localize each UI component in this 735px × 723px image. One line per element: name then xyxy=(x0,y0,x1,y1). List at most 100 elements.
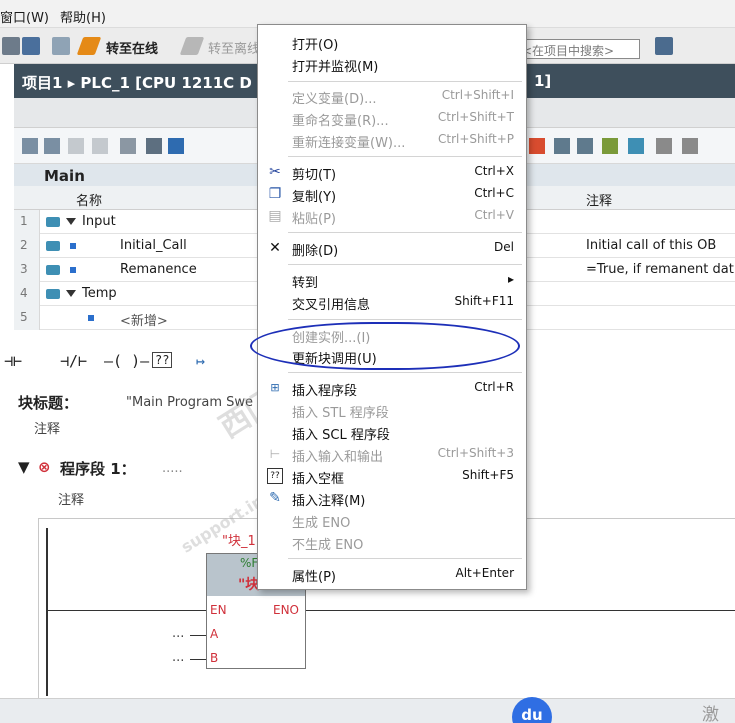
menu-window[interactable]: 窗口(W) xyxy=(0,7,49,26)
coil-icon[interactable]: –( )– xyxy=(104,352,149,370)
zoom-icon[interactable] xyxy=(656,138,672,154)
row-number: 3 xyxy=(14,258,40,282)
variable-name[interactable]: Remanence xyxy=(120,262,197,277)
menu-item-rewire-tag[interactable]: 重新连接变量(W)... Ctrl+Shift+P xyxy=(258,129,526,151)
menu-item-copy[interactable]: ❐ 复制(Y) Ctrl+C xyxy=(258,183,526,205)
collapse-arrow-icon[interactable] xyxy=(66,290,76,297)
menu-item-cross-reference[interactable]: 交叉引用信息 Shift+F11 xyxy=(258,291,526,313)
open-all-icon[interactable] xyxy=(168,138,184,154)
menu-separator xyxy=(288,319,522,320)
more-tools-icon[interactable] xyxy=(682,138,698,154)
go-online-icon[interactable] xyxy=(76,37,102,55)
menu-help[interactable]: 帮助(H) xyxy=(60,7,106,26)
menu-item-label: 插入空框 xyxy=(292,472,345,487)
menu-item-insert-io[interactable]: ⊢ 插入输入和输出 Ctrl+Shift+3 xyxy=(258,443,526,465)
network-title-value[interactable]: ..... xyxy=(162,461,183,476)
menu-item-define-tag[interactable]: 定义变量(D)... Ctrl+Shift+I xyxy=(258,85,526,107)
go-offline-icon[interactable] xyxy=(179,37,205,55)
variable-comment[interactable]: =True, if remanent dat xyxy=(586,262,734,277)
menu-separator xyxy=(288,558,522,559)
menu-item-no-eno[interactable]: 不生成 ENO xyxy=(258,531,526,553)
temp-section-icon xyxy=(46,289,60,299)
monitor-icon[interactable] xyxy=(120,138,136,154)
block-comment[interactable]: 注释 xyxy=(34,418,60,437)
collapse-network-icon[interactable]: ▼ xyxy=(18,458,30,476)
context-menu: 打开(O) 打开并监视(M) 定义变量(D)... Ctrl+Shift+I 重… xyxy=(257,24,527,590)
menu-item-insert-comment[interactable]: ✎ 插入注释(M) xyxy=(258,487,526,509)
menu-item-shortcut: Shift+F5 xyxy=(462,468,514,482)
abs-operand-icon[interactable] xyxy=(529,138,545,154)
menu-separator xyxy=(288,81,522,82)
insert-network-icon: ⊞ xyxy=(270,381,280,394)
variable-name[interactable]: Temp xyxy=(82,286,117,301)
paste-icon: ▤ xyxy=(268,208,282,224)
save-project-icon[interactable] xyxy=(22,37,40,55)
variable-name[interactable]: Initial_Call xyxy=(120,238,187,253)
network-list-icon[interactable] xyxy=(146,138,162,154)
no-contact-icon[interactable]: ⊣⊢ xyxy=(4,352,22,370)
search-go-icon[interactable] xyxy=(655,37,673,55)
menu-item-delete[interactable]: ✕ 删除(D) Del xyxy=(258,237,526,259)
variable-name[interactable]: Input xyxy=(82,214,116,229)
fb-instance-name[interactable]: "块_1 xyxy=(222,530,256,549)
bullet-icon xyxy=(88,315,94,321)
delete-icon: ✕ xyxy=(269,240,281,256)
pin-a-operand[interactable]: ... xyxy=(172,626,184,641)
outdent-icon[interactable] xyxy=(92,138,108,154)
row-number: 4 xyxy=(14,282,40,306)
go-online-button[interactable]: 转至在线 xyxy=(106,38,158,57)
menu-item-rename-tag[interactable]: 重命名变量(R)... Ctrl+Shift+T xyxy=(258,107,526,129)
menu-item-insert-stl-network[interactable]: 插入 STL 程序段 xyxy=(258,399,526,421)
menu-separator xyxy=(288,156,522,157)
show-favorites-icon[interactable] xyxy=(554,138,570,154)
menu-item-label: 粘贴(P) xyxy=(292,212,336,227)
menu-item-properties[interactable]: 属性(P) Alt+Enter xyxy=(258,563,526,585)
menu-item-label: 插入输入和输出 xyxy=(292,450,384,465)
ladder-instruction-toolbar: ⊣⊢ ⊣/⊢ –( )– ?? ↦ xyxy=(0,340,260,380)
network-comment[interactable]: 注释 xyxy=(58,489,84,508)
menu-item-paste[interactable]: ▤ 粘贴(P) Ctrl+V xyxy=(258,205,526,227)
call-hierarchy-icon[interactable] xyxy=(628,138,644,154)
indent-icon[interactable] xyxy=(68,138,84,154)
menu-item-cut[interactable]: ✂ 剪切(T) Ctrl+X xyxy=(258,161,526,183)
pin-b-operand[interactable]: ... xyxy=(172,650,184,665)
bullet-icon xyxy=(70,243,76,249)
comment-icon: ✎ xyxy=(269,490,281,506)
variable-comment[interactable]: Initial call of this OB xyxy=(586,238,716,253)
menu-item-open-monitor[interactable]: 打开并监视(M) xyxy=(258,53,526,75)
empty-box-icon[interactable]: ?? xyxy=(152,352,173,368)
menu-item-open[interactable]: 打开(O) xyxy=(258,31,526,53)
network-error-icon: ⊗ xyxy=(38,458,51,476)
menu-item-label: 交叉引用信息 xyxy=(292,298,371,313)
bullet-icon xyxy=(70,267,76,273)
en-wire xyxy=(48,610,206,611)
menu-item-insert-network[interactable]: ⊞ 插入程序段 Ctrl+R xyxy=(258,377,526,399)
copy-icon: ❐ xyxy=(268,186,282,202)
add-row-icon[interactable] xyxy=(44,138,60,154)
add-new-row[interactable]: <新增> xyxy=(120,310,168,329)
column-header-comment: 注释 xyxy=(586,194,613,209)
a-wire xyxy=(190,635,206,636)
menu-item-shortcut: Shift+F11 xyxy=(454,294,514,308)
menu-item-goto[interactable]: 转到 ▸ xyxy=(258,269,526,291)
save-icon[interactable] xyxy=(2,37,20,55)
menu-item-generate-eno[interactable]: 生成 ENO xyxy=(258,509,526,531)
network-comment-icon[interactable] xyxy=(577,138,593,154)
scissors-icon: ✂ xyxy=(269,164,281,180)
compile-icon[interactable] xyxy=(52,37,70,55)
menu-item-insert-empty-box[interactable]: ?? 插入空框 Shift+F5 xyxy=(258,465,526,487)
open-branch-icon[interactable]: ↦ xyxy=(196,352,205,370)
menu-item-insert-scl-network[interactable]: 插入 SCL 程序段 xyxy=(258,421,526,443)
insert-row-icon[interactable] xyxy=(22,138,38,154)
network-title: 程序段 1： xyxy=(60,460,136,478)
collapse-arrow-icon[interactable] xyxy=(66,218,76,225)
nc-contact-icon[interactable]: ⊣/⊢ xyxy=(60,352,87,370)
search-input[interactable]: <在项目中搜索> xyxy=(517,39,640,59)
row-number: 1 xyxy=(14,210,40,234)
annotation-ellipse xyxy=(250,322,520,370)
monitoring-on-icon[interactable] xyxy=(602,138,618,154)
menu-item-shortcut: Alt+Enter xyxy=(455,566,514,580)
go-offline-button[interactable]: 转至离线 xyxy=(208,38,260,57)
status-bar: 激 xyxy=(0,698,735,723)
block-title-label: 块标题： xyxy=(18,394,79,412)
